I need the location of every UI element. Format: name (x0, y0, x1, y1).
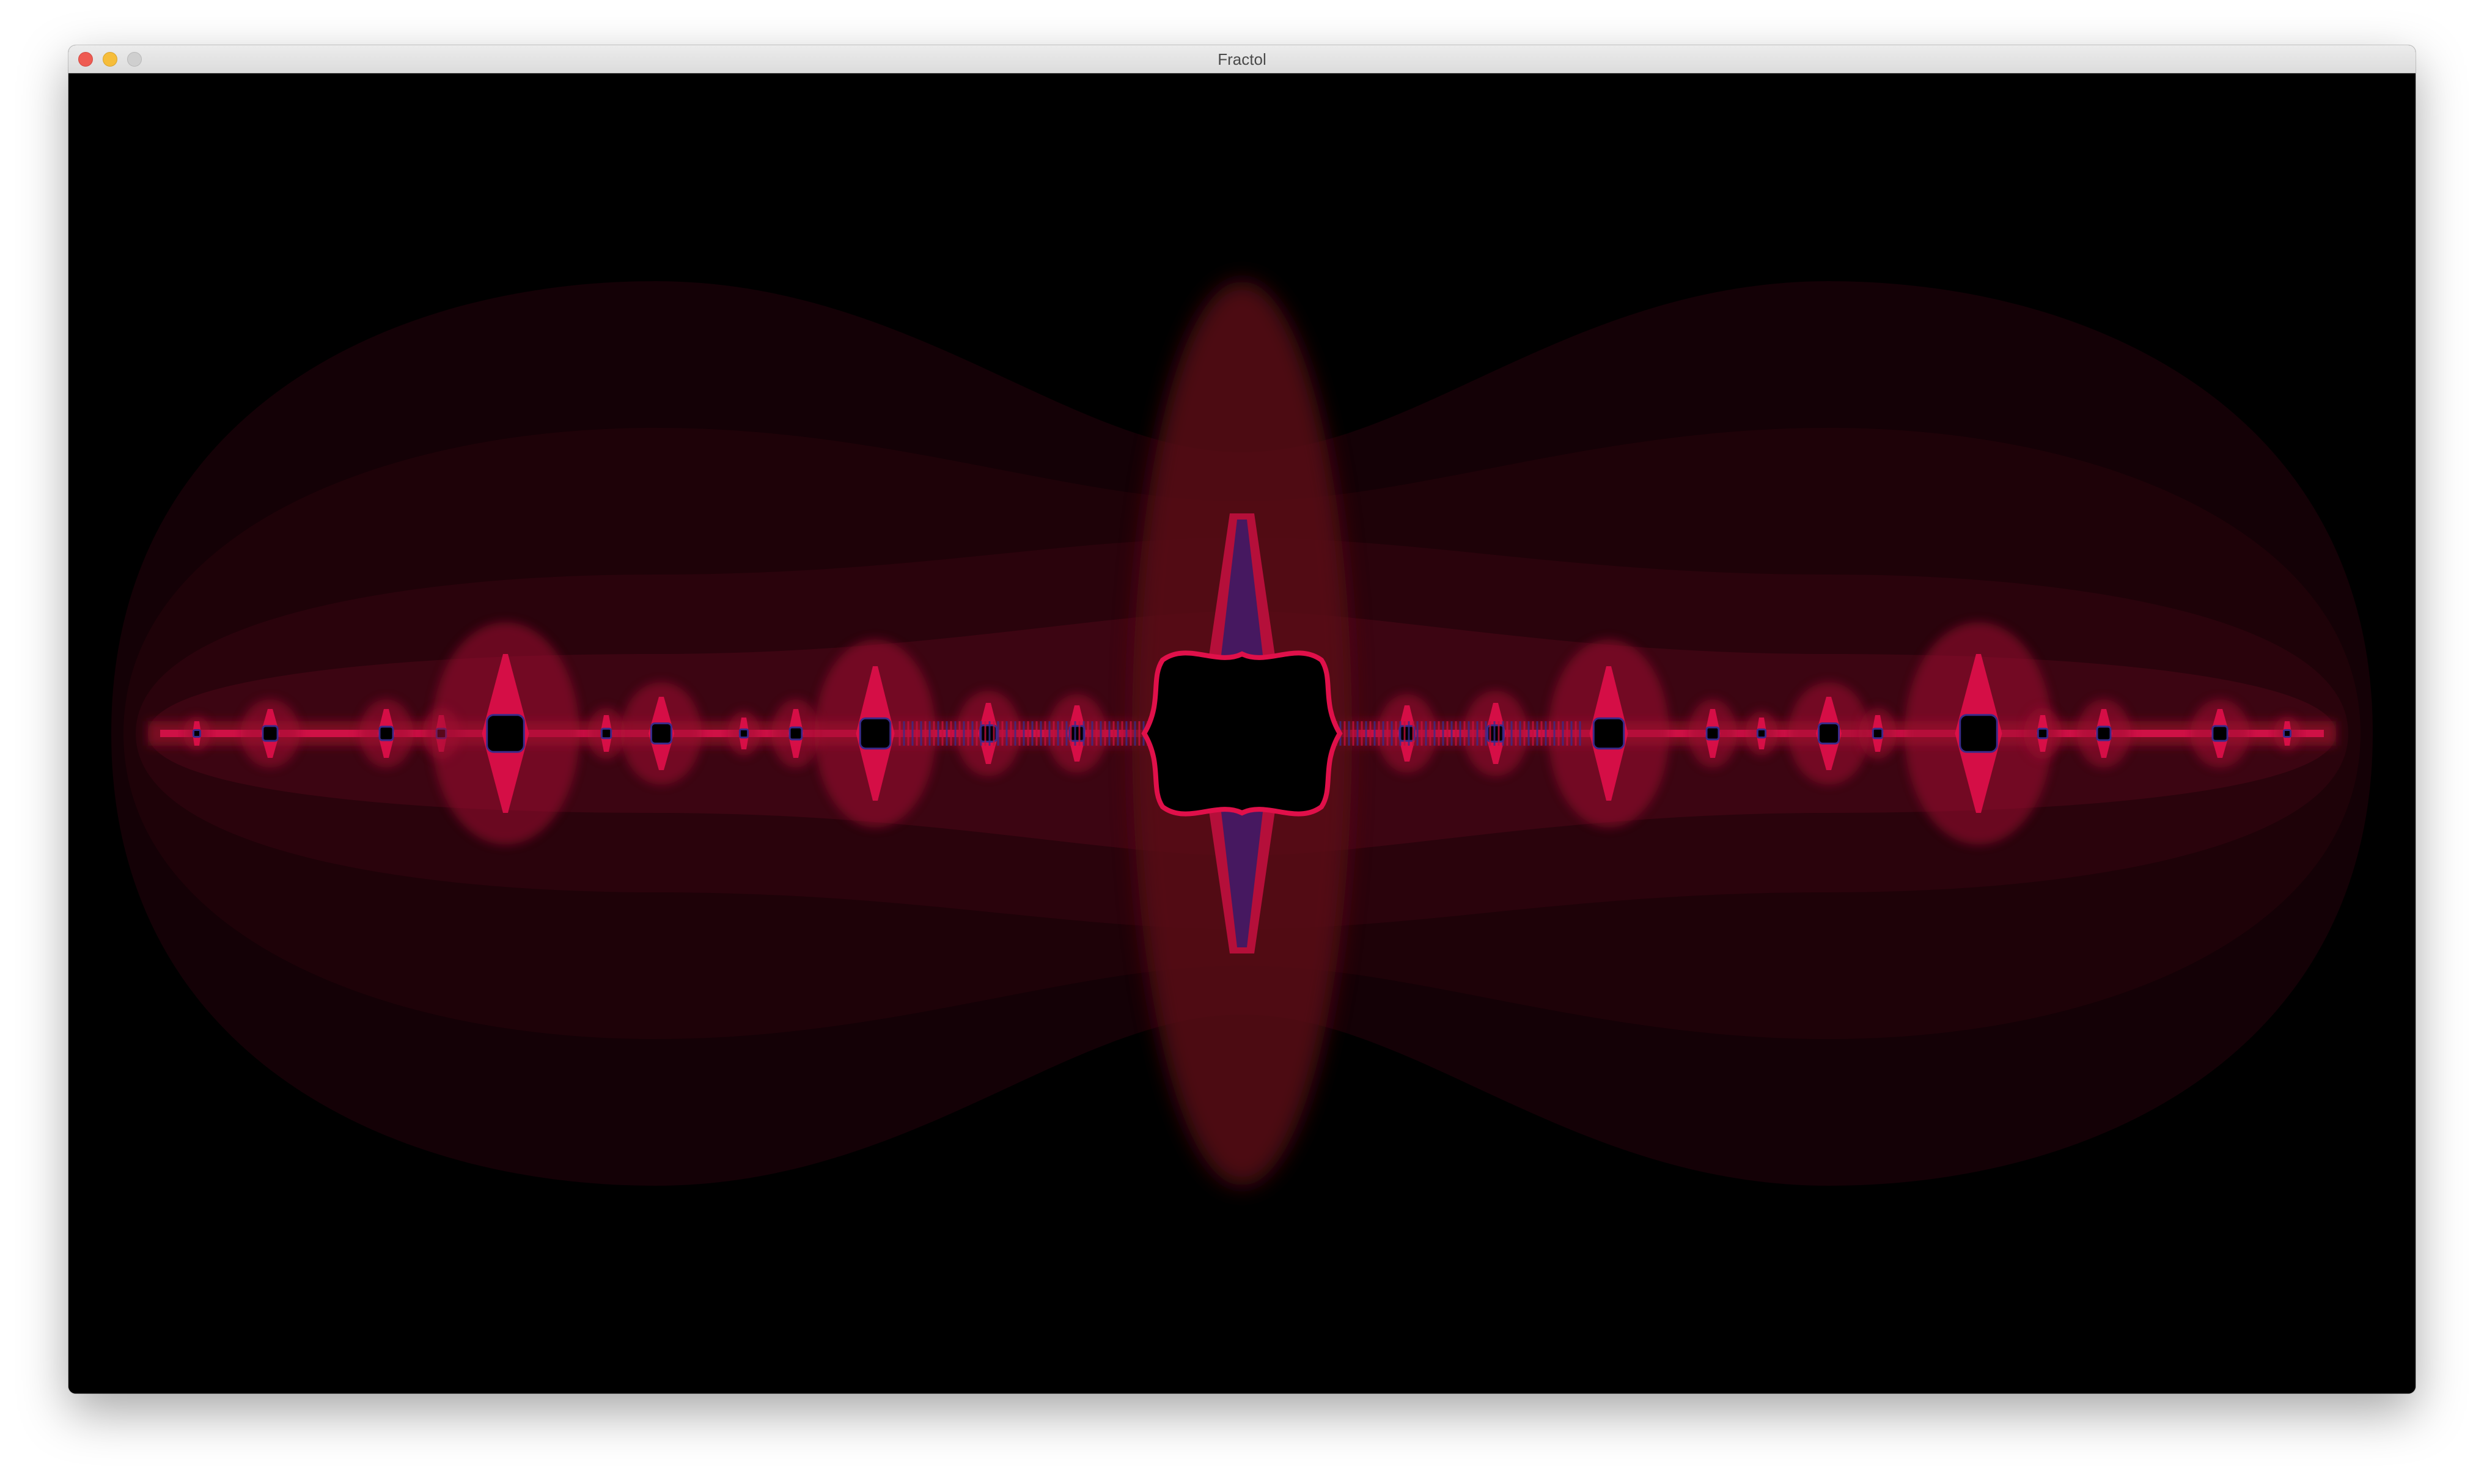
bulb-core (650, 722, 672, 744)
fractal-canvas[interactable] (68, 73, 2416, 1394)
bulb-core (2037, 727, 2049, 740)
bulb-core (193, 729, 201, 738)
bulb-core (1756, 728, 1767, 739)
bulb-core (788, 726, 803, 741)
bulb-core (2211, 725, 2229, 742)
bulb-core (1818, 722, 1840, 744)
bulb-core (859, 717, 892, 750)
bulb-core (1959, 714, 1998, 753)
bulb-core (600, 727, 612, 740)
bulb-core (1592, 717, 1625, 750)
bulb-core (2283, 729, 2291, 738)
desktop: Fractol (0, 0, 2484, 1484)
bulb-core (262, 725, 279, 742)
bulb-core (378, 725, 394, 741)
fractal-image (111, 281, 2373, 1186)
bulb-core (1872, 727, 1884, 740)
bulb-core (2096, 725, 2112, 741)
window-title: Fractol (1218, 50, 1266, 68)
bulb-core (1398, 725, 1416, 742)
bulb-core (1705, 726, 1720, 741)
bulb-core (486, 714, 525, 753)
title-bar[interactable]: Fractol (68, 45, 2416, 73)
fractol-window: Fractol (68, 45, 2416, 1394)
main-cardioid (1141, 650, 1343, 817)
bulb-core (1068, 725, 1086, 742)
bulb-core (738, 728, 749, 739)
